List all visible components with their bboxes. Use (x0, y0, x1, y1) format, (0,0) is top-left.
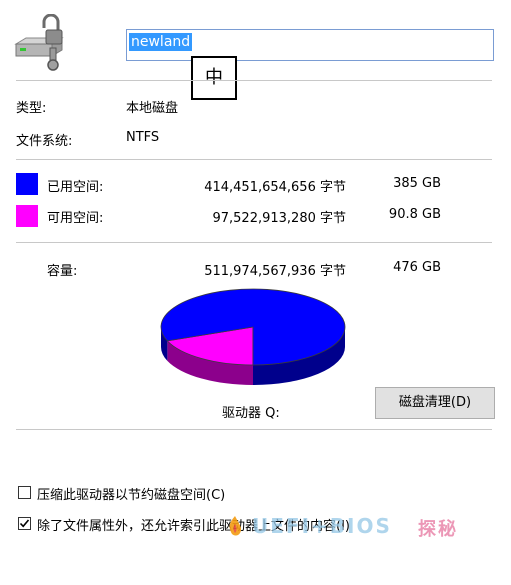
compress-drive-checkbox[interactable] (18, 486, 31, 499)
allow-indexing-checkbox[interactable] (18, 517, 31, 530)
used-space-bytes: 414,451,654,656 字节 (204, 180, 346, 195)
checkmark-icon (19, 519, 30, 528)
used-space-label: 已用空间: (47, 180, 104, 195)
separator (16, 159, 492, 160)
drive-name-selected-text: newland (129, 33, 193, 51)
locked-drive-icon (14, 13, 64, 74)
capacity-bytes: 511,974,567,936 字节 (204, 264, 346, 279)
separator (16, 429, 492, 430)
used-space-size: 385 GB (393, 176, 441, 191)
watermark-logo: UEFI+BIOS 探秘 (222, 510, 511, 544)
separator (16, 80, 492, 81)
free-space-bytes: 97,522,913,280 字节 (212, 211, 346, 226)
watermark-flame-icon (229, 516, 242, 536)
type-value: 本地磁盘 (126, 101, 179, 116)
free-space-size: 90.8 GB (388, 207, 441, 222)
drive-name-input[interactable]: newland (126, 29, 494, 61)
filesystem-label: 文件系统: (16, 134, 73, 149)
free-space-label: 可用空间: (47, 211, 104, 226)
drive-letter-label: 驱动器 Q: (222, 406, 280, 421)
compress-drive-label[interactable]: 压缩此驱动器以节约磁盘空间(C) (37, 484, 225, 503)
type-label: 类型: (16, 101, 47, 116)
separator (16, 242, 492, 243)
capacity-label: 容量: (47, 264, 78, 279)
capacity-size: 476 GB (393, 260, 441, 275)
disk-cleanup-button[interactable]: 磁盘清理(D) (375, 387, 495, 419)
filesystem-value: NTFS (126, 130, 160, 145)
used-space-color-swatch (16, 173, 38, 195)
disk-usage-pie-chart (160, 288, 346, 385)
ime-mode-indicator: 中 (191, 56, 237, 100)
free-space-color-swatch (16, 205, 38, 227)
